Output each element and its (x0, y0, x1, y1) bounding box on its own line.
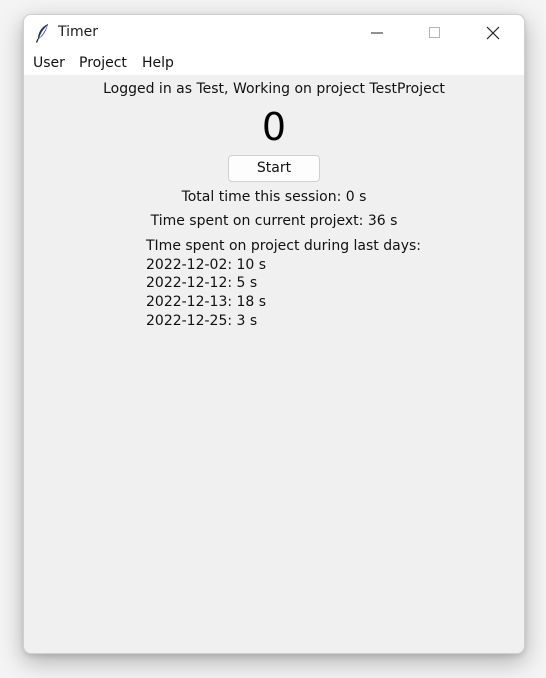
menu-user[interactable]: User (33, 55, 65, 71)
history-title: TIme spent on project during last days: (146, 238, 421, 254)
main-content: Logged in as Test, Working on project Te… (24, 75, 524, 653)
close-button[interactable] (464, 15, 522, 51)
timer-window: Timer User Project Help Logged in as Tes… (23, 14, 525, 654)
history-entry: 2022-12-02: 10 s (146, 256, 267, 273)
menu-help[interactable]: Help (142, 55, 174, 71)
maximize-button[interactable] (406, 15, 464, 51)
menu-bar: User Project Help (24, 51, 524, 75)
maximize-icon (429, 27, 440, 38)
window-title: Timer (58, 24, 99, 40)
project-time-label: Time spent on current projext: 36 s (150, 213, 398, 229)
start-button[interactable]: Start (228, 155, 320, 182)
history-entry: 2022-12-25: 3 s (146, 312, 258, 329)
minimize-icon (371, 32, 383, 34)
close-icon (486, 26, 500, 40)
feather-icon (35, 23, 51, 43)
desktop: Timer User Project Help Logged in as Tes… (0, 0, 546, 678)
history-block: TIme spent on project during last days: … (146, 237, 421, 331)
session-total-label: Total time this session: 0 s (181, 189, 367, 205)
history-entry: 2022-12-13: 18 s (146, 294, 267, 311)
login-status-label: Logged in as Test, Working on project Te… (103, 81, 445, 97)
timer-counter: 0 (261, 105, 287, 149)
minimize-button[interactable] (348, 15, 406, 51)
history-entry: 2022-12-12: 5 s (146, 275, 258, 292)
menu-project[interactable]: Project (79, 55, 127, 71)
title-bar[interactable]: Timer (24, 15, 524, 51)
